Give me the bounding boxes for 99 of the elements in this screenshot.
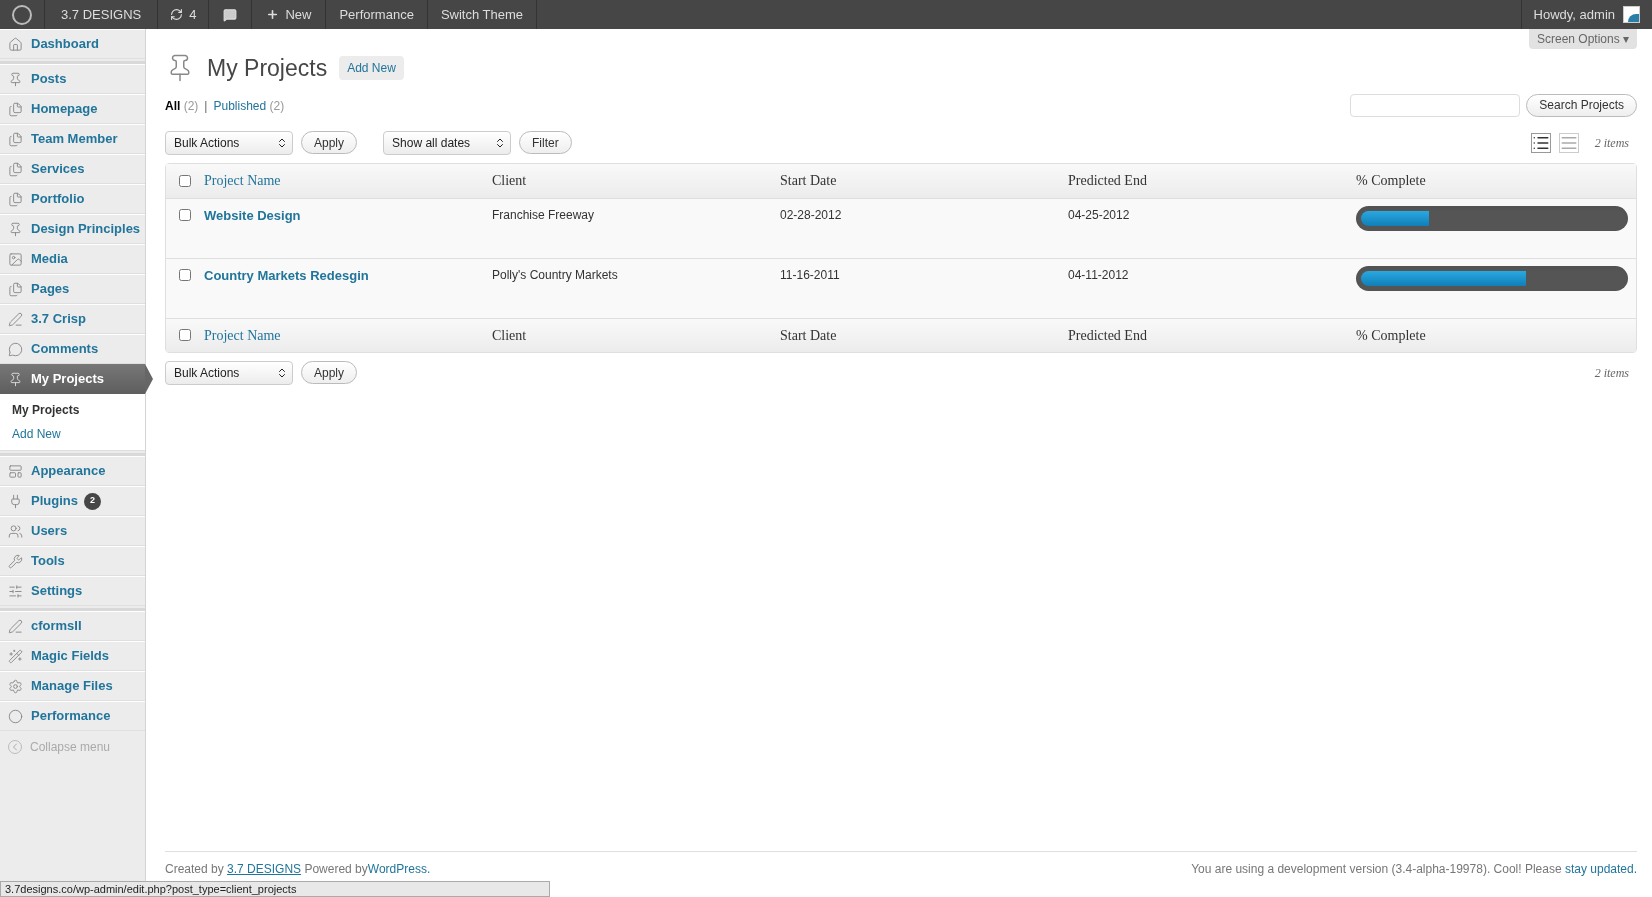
select-all-checkbox[interactable] xyxy=(179,174,191,187)
row-checkbox[interactable] xyxy=(179,208,191,221)
excerpt-view-icon[interactable] xyxy=(1558,132,1579,153)
select-arrows-icon xyxy=(276,366,288,379)
submenu-item[interactable]: My Projects xyxy=(0,398,145,422)
row-checkbox[interactable] xyxy=(179,268,191,281)
pushpin-icon xyxy=(8,71,23,87)
project-link[interactable]: Country Markets Redesgin xyxy=(204,267,369,283)
pages-icon xyxy=(8,191,23,207)
count-badge: 2 xyxy=(83,492,101,510)
menu-item[interactable]: Services xyxy=(0,154,145,184)
plus-icon xyxy=(266,8,280,21)
admin-bar-link[interactable]: Switch Theme xyxy=(427,0,537,29)
search-field[interactable] xyxy=(1350,93,1521,117)
sliders-icon xyxy=(8,583,23,599)
speech-bubble-icon xyxy=(8,341,23,357)
menu-item[interactable]: Performance xyxy=(0,701,145,731)
table-cell: 11-16-2011 xyxy=(780,267,840,282)
add-new-button[interactable]: Add New xyxy=(339,56,404,81)
menu-item[interactable]: Dashboard xyxy=(0,29,145,59)
table-cell: 04-25-2012 xyxy=(1068,207,1130,222)
menu-item[interactable]: My Projects xyxy=(0,364,145,394)
menu-item[interactable]: Pages xyxy=(0,274,145,304)
submenu-item[interactable]: Add New xyxy=(0,422,145,446)
menu-item[interactable]: Plugins 2 xyxy=(0,486,145,516)
select-all-checkbox[interactable] xyxy=(179,329,191,341)
separator: | xyxy=(204,97,208,115)
menu-item[interactable]: Posts xyxy=(0,64,145,94)
items-count: 2 items xyxy=(1594,364,1629,382)
users-icon xyxy=(8,523,23,539)
select-arrows-icon xyxy=(276,136,288,149)
magic-wand-icon xyxy=(8,648,23,664)
apply-button[interactable]: Apply xyxy=(301,361,358,384)
table-cell: Polly's Country Markets xyxy=(492,267,618,282)
screen-options-button[interactable]: Screen Options ▾ xyxy=(1528,29,1637,49)
search-button[interactable]: Search Projects xyxy=(1526,93,1637,117)
layout-icon xyxy=(8,463,23,479)
menu-item[interactable]: Manage Files xyxy=(0,671,145,701)
media-icon xyxy=(8,251,23,267)
column-header: Client xyxy=(492,327,527,343)
menu-item[interactable]: Portfolio xyxy=(0,184,145,214)
column-header: % Complete xyxy=(1356,173,1426,188)
column-header: Start Date xyxy=(780,327,837,343)
status-url-bar: 3.7designs.co/wp-admin/edit.php?post_type=client_projects xyxy=(0,881,550,897)
list-view-icon[interactable] xyxy=(1530,132,1551,153)
dropdown[interactable]: Bulk Actions xyxy=(165,130,293,155)
column-header: Start Date xyxy=(780,173,837,188)
stay-updated-link[interactable]: stay updated. xyxy=(1564,862,1637,876)
column-header: % Complete xyxy=(1356,327,1426,343)
dropdown[interactable]: Show all dates xyxy=(383,130,512,155)
filter-button[interactable]: Filter xyxy=(519,131,572,154)
menu-item[interactable]: Magic Fields xyxy=(0,641,145,671)
pushpin-icon xyxy=(8,371,23,387)
project-link[interactable]: Website Design xyxy=(204,207,301,223)
menu-item[interactable]: Homepage xyxy=(0,94,145,124)
apply-button[interactable]: Apply xyxy=(301,131,358,154)
circle-icon xyxy=(8,708,23,724)
pages-icon xyxy=(8,101,23,117)
wordpress-link[interactable]: WordPress. xyxy=(367,862,431,876)
view-filter-link[interactable]: Published (2) xyxy=(213,96,285,115)
home-icon xyxy=(8,36,23,52)
pages-icon xyxy=(8,161,23,177)
footer-credit: Created by 3.7 DESIGNS Powered byWordPress. xyxy=(165,861,431,878)
column-header: Client xyxy=(492,173,527,188)
table-cell: Franchise Freeway xyxy=(492,207,595,222)
new-menu[interactable]: New xyxy=(252,0,327,29)
pages-icon xyxy=(8,131,23,147)
wrench-icon xyxy=(8,553,23,569)
table-cell: 04-11-2012 xyxy=(1068,267,1129,282)
menu-item[interactable]: Settings xyxy=(0,576,145,606)
gear-icon xyxy=(8,678,23,694)
plug-icon xyxy=(8,493,23,509)
column-header: Predicted End xyxy=(1068,173,1147,188)
menu-item[interactable]: Design Principles xyxy=(0,214,145,244)
column-header[interactable]: Project Name xyxy=(204,327,281,343)
refresh-icon xyxy=(170,8,184,21)
page-title: My Projects xyxy=(207,54,328,83)
menu-item[interactable]: Team Member xyxy=(0,124,145,154)
view-filter-link[interactable]: All (2) xyxy=(165,96,199,115)
table-cell: 02-28-2012 xyxy=(780,207,842,222)
column-header[interactable]: Project Name xyxy=(204,173,281,188)
pen-icon xyxy=(8,618,23,634)
menu-item[interactable]: Media xyxy=(0,244,145,274)
items-count: 2 items xyxy=(1594,134,1629,152)
column-header: Predicted End xyxy=(1068,327,1147,343)
pages-icon xyxy=(8,281,23,297)
avatar-icon xyxy=(1623,6,1640,23)
menu-item[interactable]: cformsII xyxy=(0,611,145,641)
version-notice: You are using a development version (3.4-alpha-19978). Cool! Please stay updated. xyxy=(1191,861,1637,878)
admin-bar-link[interactable]: Performance xyxy=(326,0,428,29)
pushpin-icon xyxy=(8,221,23,237)
updates-link[interactable]: 4 xyxy=(158,0,210,29)
dropdown[interactable]: Bulk Actions xyxy=(165,360,293,385)
menu-item[interactable]: Users xyxy=(0,516,145,546)
menu-item[interactable]: 3.7 Crisp xyxy=(0,304,145,334)
menu-item[interactable]: Appearance xyxy=(0,456,145,486)
menu-item[interactable]: Tools xyxy=(0,546,145,576)
designer-link[interactable]: 3.7 DESIGNS xyxy=(227,862,302,876)
site-name[interactable]: 3.7 DESIGNS xyxy=(45,0,159,29)
